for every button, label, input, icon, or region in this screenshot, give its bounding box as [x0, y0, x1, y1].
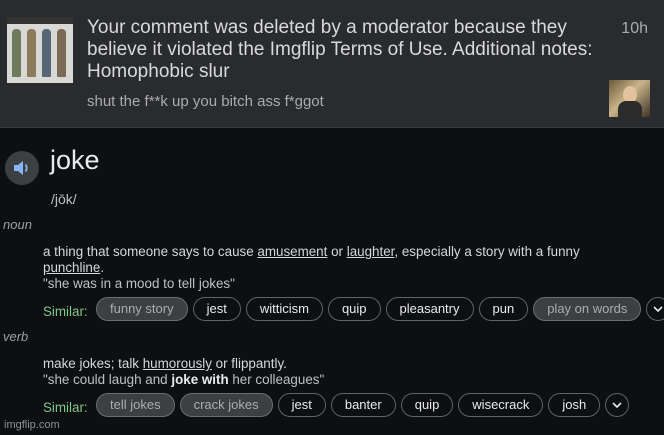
usage-example-text: her colleagues"	[228, 372, 325, 387]
definition-noun: a thing that someone says to cause amuse…	[43, 244, 643, 292]
similar-label: Similar:	[43, 304, 88, 319]
thumbnail-figure	[12, 29, 21, 77]
dictionary-word: joke	[50, 145, 100, 175]
similar-chip[interactable]: witticism	[245, 297, 323, 321]
definition-verb: make jokes; talk humorously or flippantl…	[43, 356, 643, 388]
definition-link-amusement[interactable]: amusement	[257, 244, 327, 259]
thumbnail-figure	[27, 29, 36, 77]
deleted-comment-text: shut the f**k up you bitch ass f*ggot	[87, 93, 324, 110]
definition-text: .	[100, 260, 105, 275]
similar-chip[interactable]: tell jokes	[96, 393, 175, 417]
thumbnail-figure	[57, 29, 66, 77]
notification-panel[interactable]: Your comment was deleted by a moderator …	[0, 0, 664, 128]
thumbnail-figure	[42, 29, 51, 77]
chevron-down-icon[interactable]	[605, 393, 630, 417]
similar-chip[interactable]: quip	[327, 297, 381, 321]
definition-text: make jokes; talk	[43, 356, 143, 371]
similar-chip[interactable]: quip	[400, 393, 454, 417]
similar-chip[interactable]: jest	[192, 297, 241, 321]
similar-chip[interactable]: pun	[478, 297, 529, 321]
part-of-speech-noun: noun	[3, 217, 32, 232]
definition-link-punchline[interactable]: punchline	[43, 260, 100, 275]
definition-text: or flippantly.	[211, 356, 287, 371]
usage-example-emphasis: joke with	[171, 372, 229, 387]
similar-chip[interactable]: jest	[277, 393, 326, 417]
usage-example: "she could laugh and joke with her colle…	[43, 372, 324, 387]
chevron-down-icon[interactable]	[646, 297, 664, 321]
watermark: imgflip.com	[4, 419, 60, 431]
thumbnail-band	[7, 17, 73, 24]
part-of-speech-verb: verb	[3, 329, 29, 344]
similar-chip[interactable]: crack jokes	[179, 393, 273, 417]
similar-chips-noun: funny story jest witticism quip pleasant…	[96, 297, 664, 321]
similar-chip[interactable]: play on words	[533, 297, 642, 321]
similar-chip[interactable]: banter	[330, 393, 396, 417]
definition-text: a thing that someone says to cause	[43, 244, 258, 259]
similar-chip[interactable]: josh	[548, 393, 601, 417]
similar-chip[interactable]: pleasantry	[385, 297, 474, 321]
meme-thumbnail[interactable]	[7, 17, 73, 83]
speaker-icon[interactable]	[5, 151, 39, 185]
avatar-body	[618, 101, 642, 117]
notification-time: 10h	[621, 20, 648, 37]
definition-link-humorously[interactable]: humorously	[143, 356, 212, 371]
similar-chip[interactable]: wisecrack	[458, 393, 544, 417]
similar-chips-verb: tell jokes crack jokes jest banter quip …	[96, 393, 630, 417]
definition-text: or	[327, 244, 347, 259]
definition-link-laughter[interactable]: laughter	[347, 244, 395, 259]
user-avatar[interactable]	[609, 80, 650, 117]
similar-label: Similar:	[43, 400, 88, 415]
definition-text: , especially a story with a funny	[394, 244, 580, 259]
usage-example: "she was in a mood to tell jokes"	[43, 276, 235, 291]
notification-message: Your comment was deleted by a moderator …	[87, 17, 593, 82]
similar-chip[interactable]: funny story	[96, 297, 188, 321]
phonetic-spelling: /jōk/	[51, 191, 77, 207]
usage-example-text: "she could laugh and	[43, 372, 172, 387]
